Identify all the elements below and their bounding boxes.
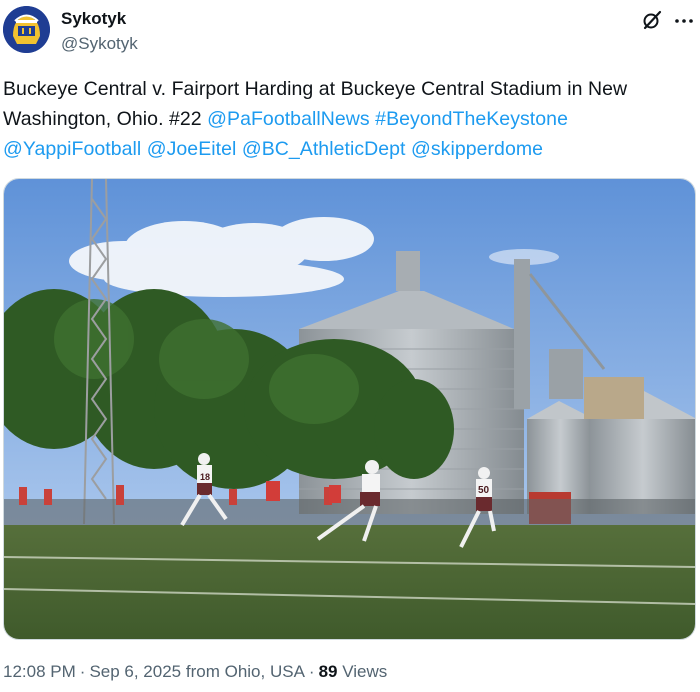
author-handle[interactable]: @Sykotyk xyxy=(61,34,138,54)
more-dots-icon[interactable] xyxy=(673,9,695,31)
tweet-date[interactable]: Sep 6, 2025 xyxy=(89,662,181,681)
hashtag-beyondthekeystone[interactable]: #BeyondTheKeystone xyxy=(375,108,568,130)
football-field-photo: 18 50 xyxy=(4,179,695,639)
tweet-location: from Ohio, USA xyxy=(185,662,305,681)
meta-separator: · xyxy=(308,662,315,681)
tweet-metadata: 12:08 PM · Sep 6, 2025 from Ohio, USA · 89 V… xyxy=(3,662,387,682)
views-count: 89 xyxy=(318,662,338,681)
mention-skipperdome[interactable]: @skipperdome xyxy=(411,138,543,160)
trojan-helmet-avatar-icon xyxy=(3,6,50,53)
tweet-photo[interactable]: 18 50 xyxy=(3,178,696,640)
author-display-name[interactable]: Sykotyk xyxy=(61,9,126,29)
mention-joeeitel[interactable]: @JoeEitel xyxy=(147,138,237,160)
player-number-18: 18 xyxy=(200,472,210,482)
tweet-text: Buckeye Central v. Fairport Harding at B… xyxy=(3,74,693,164)
tweet-time[interactable]: 12:08 PM xyxy=(3,662,76,681)
mention-pafootballnews[interactable]: @PaFootballNews xyxy=(207,108,370,130)
grok-slash-icon[interactable] xyxy=(641,9,663,31)
meta-separator: · xyxy=(79,662,86,681)
tweet-header: Sykotyk @Sykotyk xyxy=(0,0,700,66)
player-number-50: 50 xyxy=(478,485,490,496)
mention-bc-athleticdept[interactable]: @BC_AthleticDept xyxy=(242,138,406,160)
views-label: Views xyxy=(342,662,388,681)
author-avatar[interactable] xyxy=(3,6,50,53)
mention-yappifootball[interactable]: @YappiFootball xyxy=(3,138,141,160)
